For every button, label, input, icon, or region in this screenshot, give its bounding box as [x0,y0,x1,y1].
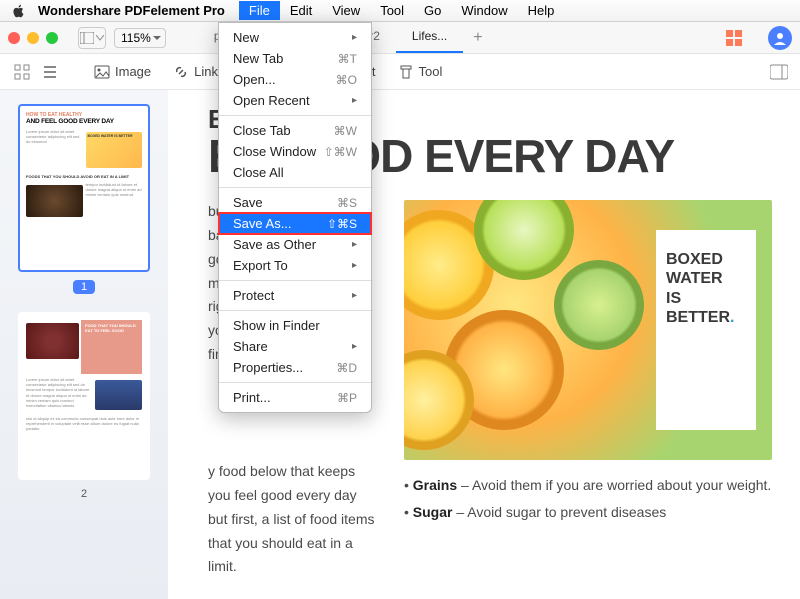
menu-tool[interactable]: Tool [370,1,414,20]
page-number-2: 2 [18,488,150,500]
citrus-thumb-icon: BOXED WATER IS BETTER [86,132,143,168]
add-tab-button[interactable]: + [463,23,492,53]
tab-3[interactable]: Lifes... [396,23,463,53]
bullet-grains: • Grains – Avoid them if you are worried… [404,472,772,499]
file-menu-dropdown: NewNew Tab⌘TOpen...⌘OOpen Recent Close Ta… [218,22,372,413]
menu-item-new[interactable]: New [219,27,371,48]
menu-item-new-tab[interactable]: New Tab⌘T [219,48,371,69]
list-view-icon[interactable] [40,62,60,82]
menu-item-show-in-finder[interactable]: Show in Finder [219,315,371,336]
menu-item-protect[interactable]: Protect [219,285,371,306]
tool-row: Image Link Form Redact Tool [0,54,800,90]
close-icon[interactable] [8,32,20,44]
menu-file[interactable]: File [239,1,280,20]
menu-item-share[interactable]: Share [219,336,371,357]
bullet-sugar: • Sugar – Avoid sugar to prevent disease… [404,499,772,526]
hero-image: BOXEDWATERISBETTER. [404,200,772,460]
menu-view[interactable]: View [322,1,370,20]
menu-item-close-tab[interactable]: Close Tab⌘W [219,120,371,141]
link-tool[interactable]: Link [173,64,218,80]
user-avatar[interactable] [768,26,792,50]
grid-view-icon[interactable] [12,62,32,82]
menu-item-save[interactable]: Save⌘S [219,192,371,213]
doc-body-cont: y food below that keeps you feel good ev… [208,460,378,579]
page-badge: 1 [73,280,95,294]
sidebar-toggle-button[interactable] [78,27,106,49]
menu-help[interactable]: Help [518,1,565,20]
berries-thumb-icon [95,380,142,410]
menu-item-close-window[interactable]: Close Window⇧⌘W [219,141,371,162]
oranges-thumb-icon [26,323,79,359]
menu-item-save-as-[interactable]: Save As...⇧⌘S [219,213,371,234]
image-tool[interactable]: Image [94,64,151,80]
coffee-thumb-icon [26,185,83,217]
thumbnail-sidebar: HOW TO EAT HEALTHY AND FEEL GOOD EVERY D… [0,90,168,599]
zoom-select[interactable]: 115% [114,28,166,48]
maximize-icon[interactable] [46,32,58,44]
apple-logo-icon [12,4,26,18]
menu-window[interactable]: Window [451,1,517,20]
page-thumb-2[interactable]: FOOD THAT YOU SHOULD EAT TO FEEL GOOD Lo… [18,312,150,480]
menu-edit[interactable]: Edit [280,1,322,20]
menu-item-close-all[interactable]: Close All [219,162,371,183]
menu-item-open-recent[interactable]: Open Recent [219,90,371,111]
menu-go[interactable]: Go [414,1,451,20]
panel-toggle-icon[interactable] [770,63,788,81]
doc-bullets: • Grains – Avoid them if you are worried… [404,472,772,579]
menu-item-print-[interactable]: Print...⌘P [219,387,371,408]
minimize-icon[interactable] [27,32,39,44]
menu-item-open-[interactable]: Open...⌘O [219,69,371,90]
tool-tool[interactable]: Tool [398,64,443,80]
thumbnail-grid-icon[interactable] [726,30,742,46]
menu-item-save-as-other[interactable]: Save as Other [219,234,371,255]
window-toolbar: 115% prod... Prod... color2 Lifes... + [0,22,800,54]
main-area: HOW TO EAT HEALTHY AND FEEL GOOD EVERY D… [0,90,800,599]
app-name: Wondershare PDFelement Pro [38,3,225,18]
page-thumb-1[interactable]: HOW TO EAT HEALTHY AND FEEL GOOD EVERY D… [18,104,150,272]
mac-menubar: Wondershare PDFelement Pro File Edit Vie… [0,0,800,22]
carton-text: BOXEDWATERISBETTER. [656,230,756,430]
menu-item-export-to[interactable]: Export To [219,255,371,276]
menu-item-properties-[interactable]: Properties...⌘D [219,357,371,378]
traffic-lights [8,32,58,44]
